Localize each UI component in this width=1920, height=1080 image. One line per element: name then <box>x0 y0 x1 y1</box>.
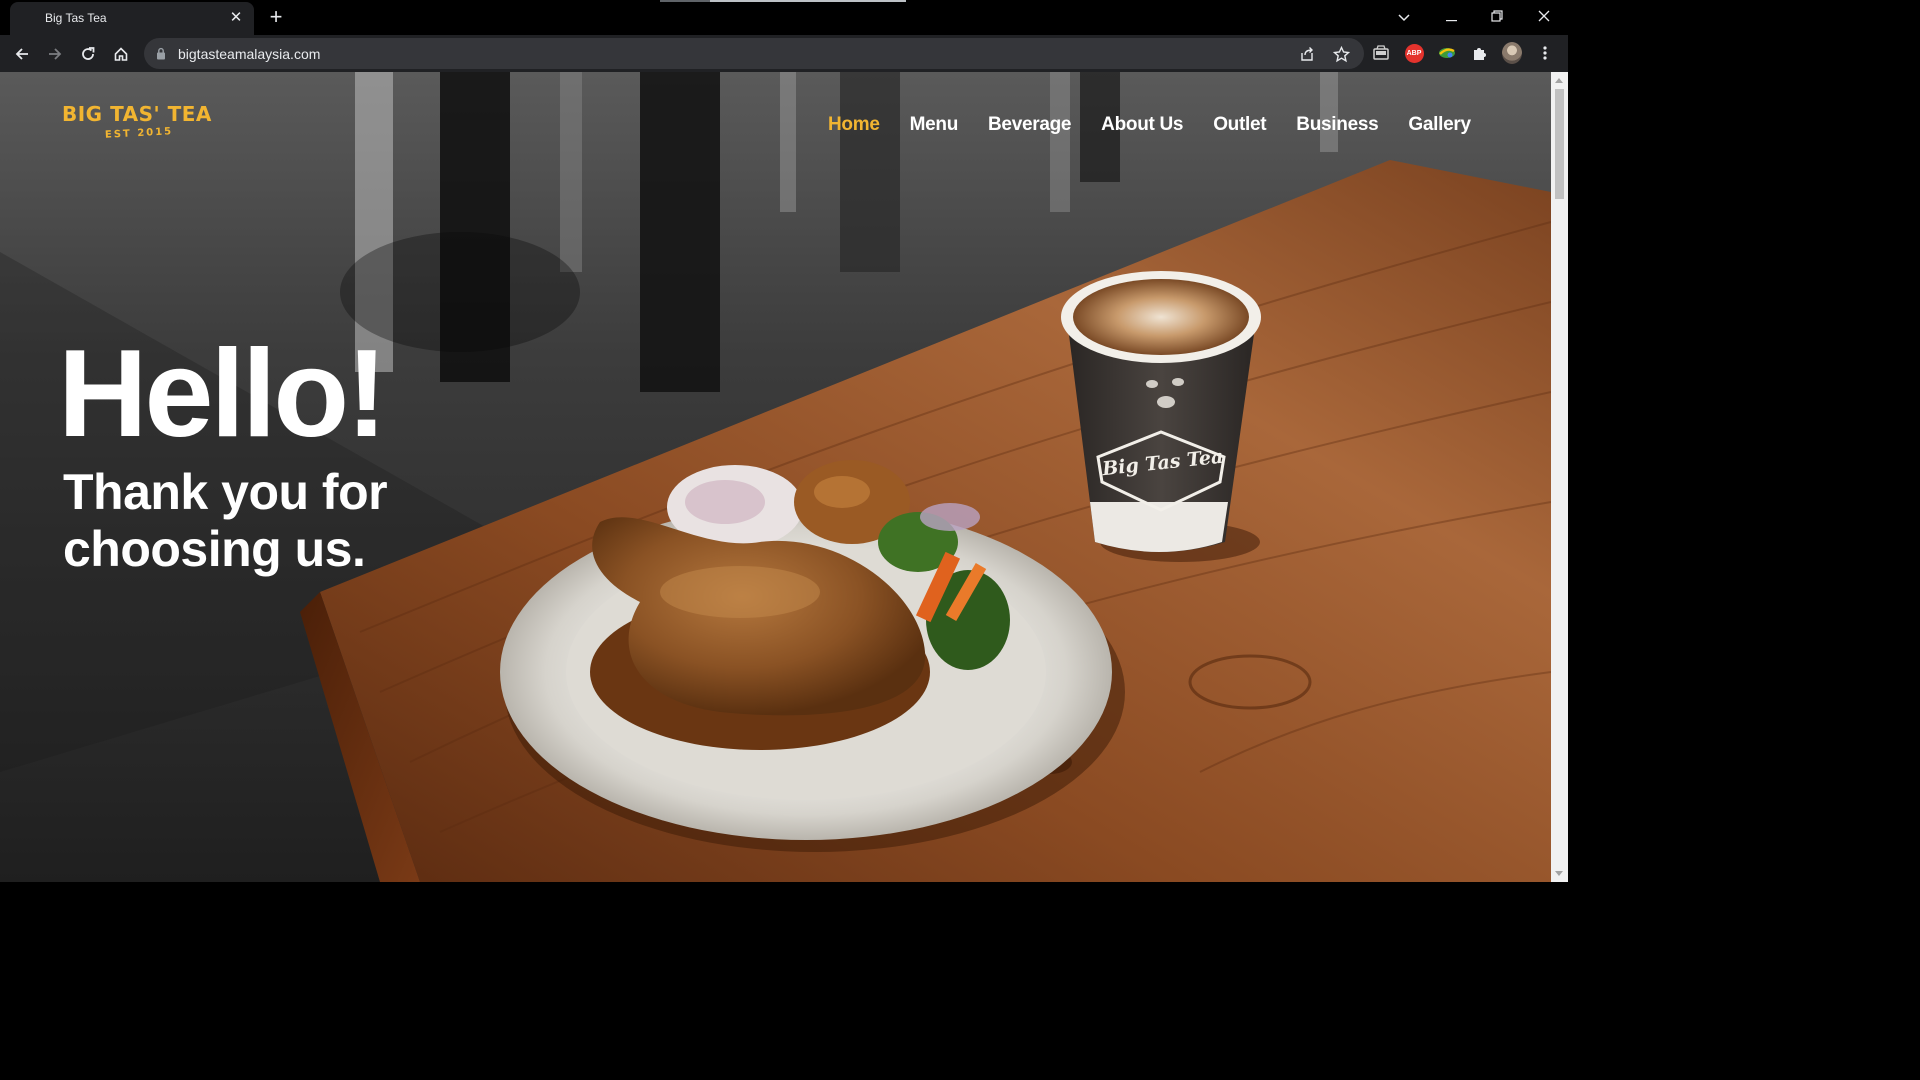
lock-icon[interactable] <box>156 47 166 65</box>
main-navigation: Home Menu Beverage About Us Outlet Busin… <box>828 114 1471 136</box>
nav-business[interactable]: Business <box>1296 114 1378 136</box>
site-logo[interactable]: BIG TAS' TEA EST 2015 <box>62 100 222 150</box>
hero-subheadline: Thank you for choosing us. <box>63 464 388 577</box>
page-scrollbar[interactable] <box>1551 72 1568 882</box>
nav-home[interactable]: Home <box>828 114 880 136</box>
nav-beverage[interactable]: Beverage <box>988 114 1071 136</box>
tab-strip: Big Tas Tea ✕ + <box>0 0 1568 35</box>
scroll-thumb[interactable] <box>1555 89 1564 199</box>
close-window-icon[interactable] <box>1521 4 1567 30</box>
url-text[interactable]: bigtasteamalaysia.com <box>178 46 320 62</box>
forward-icon[interactable] <box>42 41 68 67</box>
nav-menu[interactable]: Menu <box>910 114 959 136</box>
scroll-up-arrow-icon[interactable] <box>1555 78 1563 83</box>
abp-label: ABP <box>1404 43 1424 63</box>
logo-text: BIG TAS' TEA <box>62 102 212 126</box>
tab-search-indicator <box>660 0 906 2</box>
page-viewport: Big Tas Tea BIG TAS' TEA EST 2015 Home M… <box>0 72 1568 882</box>
reload-icon[interactable] <box>75 41 101 67</box>
back-icon[interactable] <box>9 41 35 67</box>
address-bar[interactable]: bigtasteamalaysia.com <box>144 38 1364 69</box>
tab-search-icon[interactable] <box>1381 4 1427 30</box>
bookmark-star-icon[interactable] <box>1332 45 1350 63</box>
adblock-plus-icon[interactable]: ABP <box>1404 43 1424 63</box>
share-icon[interactable] <box>1298 45 1316 63</box>
tab-title: Big Tas Tea <box>45 11 107 25</box>
nav-outlet[interactable]: Outlet <box>1213 114 1266 136</box>
new-tab-icon[interactable]: + <box>265 6 287 28</box>
media-extension-icon[interactable] <box>1371 43 1391 63</box>
logo-subtext: EST 2015 <box>104 126 174 141</box>
profile-avatar[interactable] <box>1502 42 1522 64</box>
menu-kebab-icon[interactable] <box>1535 43 1555 63</box>
restore-icon[interactable] <box>1474 4 1520 30</box>
hero-headline: Hello! <box>58 325 387 463</box>
nav-gallery[interactable]: Gallery <box>1408 114 1471 136</box>
scroll-down-arrow-icon[interactable] <box>1555 871 1563 876</box>
tab-close-icon[interactable]: ✕ <box>228 10 244 26</box>
minimize-icon[interactable] <box>1428 4 1474 30</box>
browser-tab[interactable]: Big Tas Tea ✕ <box>10 2 254 35</box>
extensions-puzzle-icon[interactable] <box>1470 43 1490 63</box>
browser-toolbar: bigtasteamalaysia.com ABP <box>0 35 1568 72</box>
home-icon[interactable] <box>108 41 134 67</box>
nav-about-us[interactable]: About Us <box>1101 114 1183 136</box>
colorful-extension-icon[interactable] <box>1437 43 1457 63</box>
